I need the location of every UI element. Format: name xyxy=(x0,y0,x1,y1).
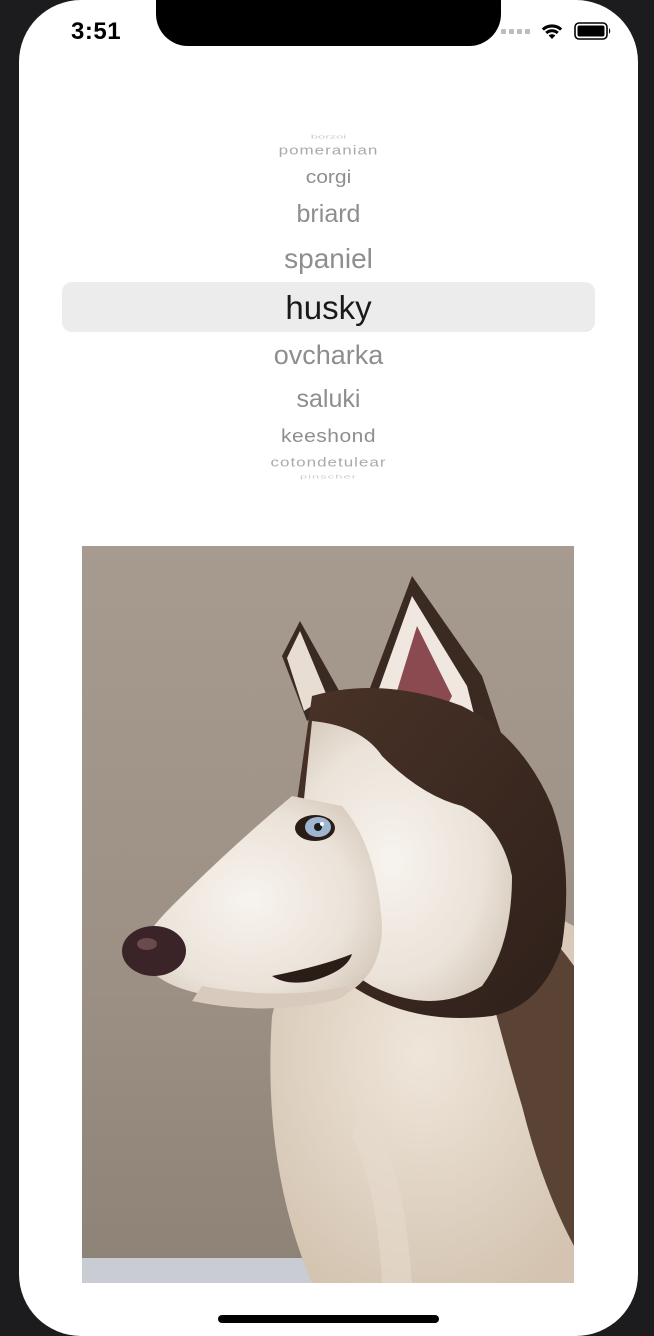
cellular-signal-icon xyxy=(501,28,530,34)
picker-item-selected[interactable]: husky xyxy=(62,291,595,324)
breed-photo xyxy=(82,546,574,1283)
app-screen: 3:51 borzoi pomeranian corgi briard span… xyxy=(19,0,638,1336)
picker-item[interactable]: briard xyxy=(62,202,595,227)
picker-item[interactable]: corgi xyxy=(62,168,595,186)
picker-item[interactable]: spaniel xyxy=(62,245,595,273)
home-indicator[interactable] xyxy=(218,1315,439,1323)
status-time: 3:51 xyxy=(71,18,122,45)
picker-item[interactable]: borzoi xyxy=(62,134,595,140)
picker-item[interactable]: keeshond xyxy=(62,427,595,445)
picker-item[interactable]: pomeranian xyxy=(62,144,595,157)
husky-dog-image xyxy=(82,546,574,1283)
wifi-icon xyxy=(541,24,563,39)
battery-icon xyxy=(574,22,611,40)
picker-item[interactable]: cotondetulear xyxy=(62,456,595,469)
picker-item[interactable]: ovcharka xyxy=(62,342,595,369)
picker-item[interactable]: pinscher xyxy=(62,474,595,480)
picker-item[interactable]: saluki xyxy=(62,387,595,412)
device-notch xyxy=(156,0,501,46)
breed-picker[interactable]: borzoi pomeranian corgi briard spaniel h… xyxy=(62,120,595,490)
status-icons xyxy=(501,22,612,40)
